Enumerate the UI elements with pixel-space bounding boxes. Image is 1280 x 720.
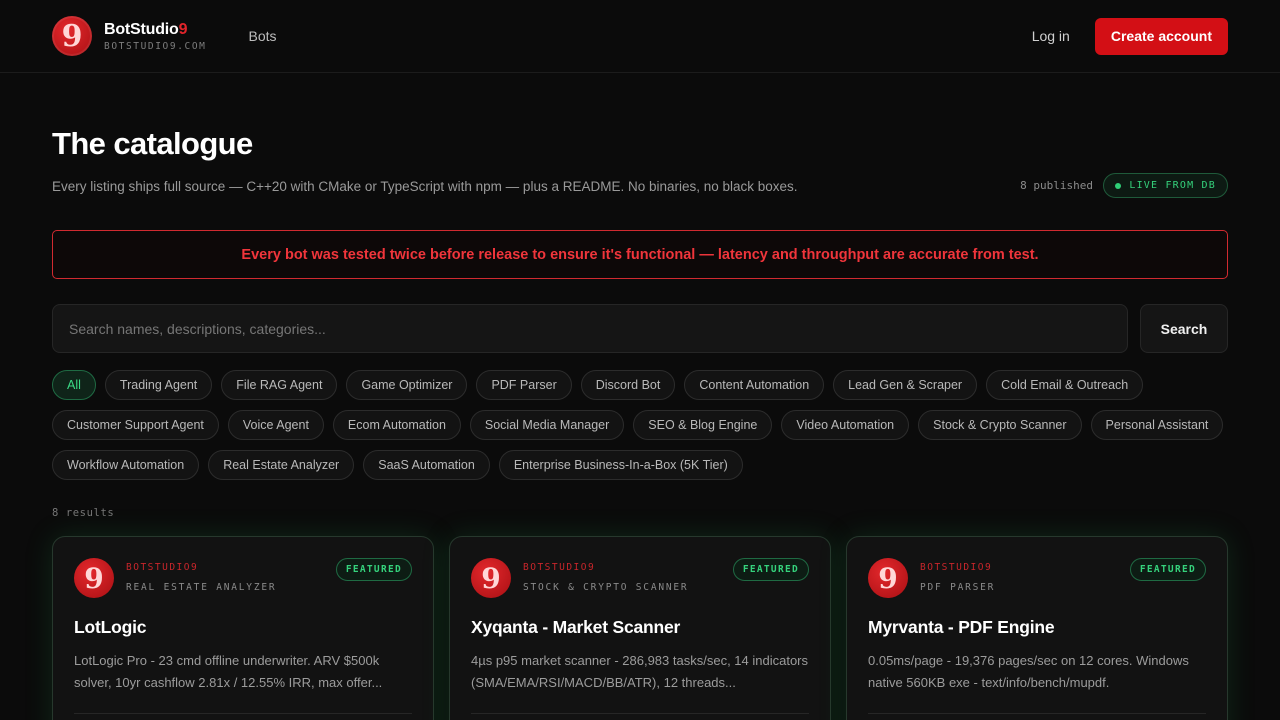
- featured-badge: FEATURED: [732, 558, 809, 581]
- search-button[interactable]: Search: [1140, 304, 1228, 353]
- featured-badge: FEATURED: [335, 558, 412, 581]
- filter-chip[interactable]: Game Optimizer: [346, 370, 468, 400]
- card-category: PDF PARSER: [920, 582, 996, 593]
- card-vendor: BOTSTUDIO9: [920, 562, 993, 573]
- category-filters: All Trading Agent File RAG Agent Game Optim…: [52, 370, 1232, 480]
- card-divider: [471, 713, 809, 714]
- bot-card[interactable]: 9 BOTSTUDIO9 PDF PARSER FEATURED Myrvanta - …: [846, 536, 1228, 720]
- card-description: 4µs p95 market scanner - 286,983 tasks/s…: [471, 653, 808, 690]
- filter-chip[interactable]: Personal Assistant: [1090, 410, 1224, 440]
- brand-logo-icon[interactable]: 9: [52, 16, 92, 56]
- card-vendor: BOTSTUDIO9: [523, 562, 596, 573]
- card-description: LotLogic Pro - 23 cmd offline underwrite…: [74, 653, 383, 690]
- testing-notice-banner: Every bot was tested twice before releas…: [52, 230, 1228, 279]
- card-title[interactable]: Xyqanta - Market Scanner: [471, 617, 809, 638]
- bot-logo-icon: 9: [74, 558, 114, 598]
- filter-chip[interactable]: All: [52, 370, 96, 400]
- card-category: REAL ESTATE ANALYZER: [126, 582, 277, 593]
- filter-chip[interactable]: Content Automation: [684, 370, 825, 400]
- brand-name: BotStudio9: [104, 20, 188, 38]
- bot-card[interactable]: 9 BOTSTUDIO9 REAL ESTATE ANALYZER FEATURED L…: [52, 536, 434, 720]
- brand-domain: BOTSTUDIO9.COM: [104, 40, 207, 52]
- filter-chip[interactable]: SaaS Automation: [363, 450, 490, 480]
- card-divider: [74, 713, 412, 714]
- filter-chip[interactable]: Ecom Automation: [332, 410, 461, 440]
- filter-chip[interactable]: Social Media Manager: [469, 410, 625, 440]
- create-account-button[interactable]: Create account: [1094, 17, 1228, 55]
- card-title[interactable]: LotLogic: [74, 617, 412, 638]
- filter-chip[interactable]: PDF Parser: [476, 370, 572, 400]
- bot-card-grid: 9 BOTSTUDIO9 REAL ESTATE ANALYZER FEATURED L…: [52, 536, 1228, 720]
- filter-chip[interactable]: Voice Agent: [227, 410, 324, 440]
- card-title[interactable]: Myrvanta - PDF Engine: [868, 617, 1206, 638]
- filter-chip[interactable]: Lead Gen & Scraper: [833, 370, 978, 400]
- page-subtitle: Every listing ships full source — C++20 …: [52, 179, 798, 194]
- search-input[interactable]: [52, 304, 1128, 353]
- card-meta: BOTSTUDIO9 REAL ESTATE ANALYZER: [126, 562, 276, 593]
- top-nav: 9 BotStudio9 BOTSTUDIO9.COM Bots Log in …: [0, 0, 1280, 73]
- login-link[interactable]: Log in: [1032, 28, 1070, 44]
- card-vendor: BOTSTUDIO9: [126, 562, 199, 573]
- page-title: The catalogue: [52, 126, 253, 161]
- filter-chip[interactable]: Workflow Automation: [52, 450, 200, 480]
- card-header: 9 BOTSTUDIO9 PDF PARSER FEATURED: [868, 558, 1206, 598]
- live-status-label: LIVE FROM DB: [1129, 180, 1216, 191]
- card-meta: BOTSTUDIO9 STOCK & CRYPTO SCANNER: [523, 562, 688, 593]
- filter-chip[interactable]: Video Automation: [781, 410, 910, 440]
- testing-notice-text: Every bot was tested twice before releas…: [241, 246, 1039, 263]
- bot-logo-icon: 9: [868, 558, 908, 598]
- filter-chip[interactable]: Enterprise Business-In-a-Box (5K Tier): [498, 450, 743, 480]
- live-status-badge: LIVE FROM DB: [1103, 173, 1228, 198]
- bot-logo-icon: 9: [471, 558, 511, 598]
- card-description: 0.05ms/page - 19,376 pages/sec on 12 cor…: [868, 653, 1189, 690]
- card-header: 9 BOTSTUDIO9 STOCK & CRYPTO SCANNER FEATURE…: [471, 558, 809, 598]
- filter-chip[interactable]: Cold Email & Outreach: [986, 370, 1144, 400]
- card-meta: BOTSTUDIO9 PDF PARSER: [920, 562, 995, 593]
- filter-chip[interactable]: SEO & Blog Engine: [633, 410, 773, 440]
- filter-chip[interactable]: Real Estate Analyzer: [208, 450, 355, 480]
- filter-chip[interactable]: Customer Support Agent: [52, 410, 219, 440]
- brand[interactable]: BotStudio9 BOTSTUDIO9.COM: [104, 21, 206, 52]
- filter-chip[interactable]: Discord Bot: [580, 370, 676, 400]
- card-header: 9 BOTSTUDIO9 REAL ESTATE ANALYZER FEATURED: [74, 558, 412, 598]
- filter-chip[interactable]: Trading Agent: [104, 370, 213, 400]
- featured-badge: FEATURED: [1129, 558, 1206, 581]
- nav-link-bots[interactable]: Bots: [248, 28, 276, 44]
- published-count: 8 published: [1020, 179, 1093, 192]
- card-category: STOCK & CRYPTO SCANNER: [523, 582, 689, 593]
- filter-chip[interactable]: Stock & Crypto Scanner: [918, 410, 1082, 440]
- bot-card[interactable]: 9 BOTSTUDIO9 STOCK & CRYPTO SCANNER FEATURE…: [449, 536, 831, 720]
- live-dot-icon: [1115, 182, 1122, 189]
- header-actions: Log in Create account: [1032, 17, 1228, 55]
- results-count: 8 results: [52, 507, 115, 519]
- card-divider: [868, 713, 1206, 714]
- filter-chip[interactable]: File RAG Agent: [221, 370, 338, 400]
